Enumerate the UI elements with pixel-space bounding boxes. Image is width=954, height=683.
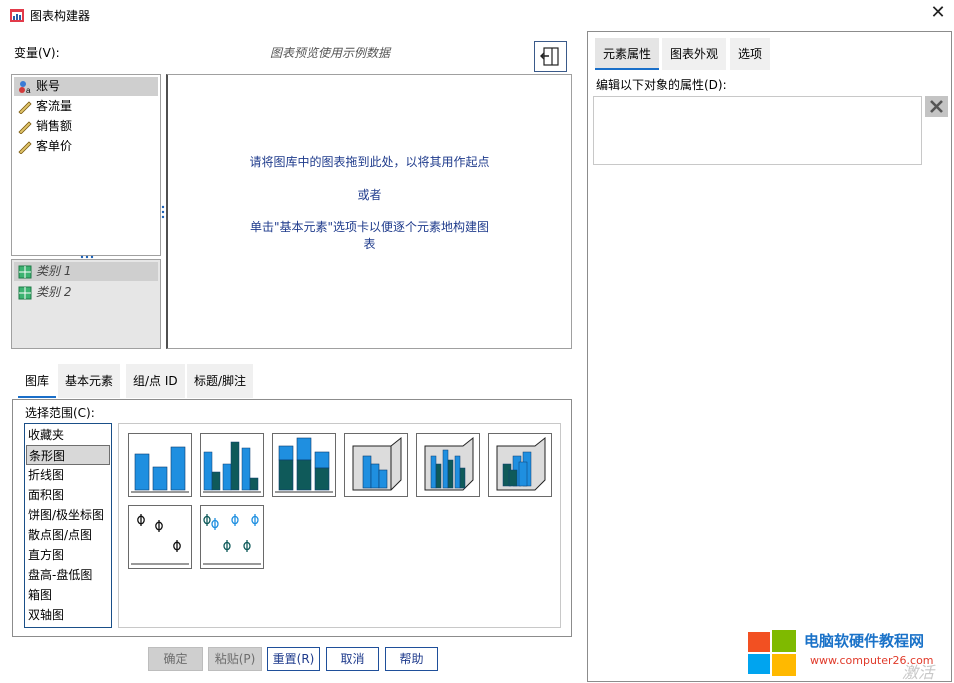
nominal-string-icon: a bbox=[19, 81, 31, 94]
reset-button[interactable]: 重置(R) bbox=[267, 647, 320, 671]
chart-type-scatter-dot[interactable]: 散点图/点图 bbox=[26, 525, 110, 545]
scale-ruler-icon bbox=[18, 101, 32, 114]
watermark-site-name: 电脑软硬件教程网 bbox=[804, 632, 925, 650]
thumb-3d-bar[interactable] bbox=[488, 433, 552, 497]
chart-builder-app-icon bbox=[10, 9, 24, 22]
stacked-bar-chart-icon bbox=[275, 437, 333, 493]
delete-x-icon bbox=[930, 100, 943, 113]
scale-ruler-icon bbox=[18, 141, 32, 154]
tab-chart-appearance[interactable]: 图表外观 bbox=[662, 38, 727, 70]
category-grid-icon bbox=[18, 265, 32, 279]
panel-toggle-icon bbox=[540, 47, 559, 66]
tab-titles-footnotes[interactable]: 标题/脚注 bbox=[187, 364, 254, 398]
thumb-stacked-bar[interactable] bbox=[272, 433, 336, 497]
chart-type-bar[interactable]: 条形图 bbox=[26, 445, 110, 465]
vertical-splitter-handle[interactable] bbox=[161, 205, 165, 219]
tab-element-properties[interactable]: 元素属性 bbox=[595, 38, 660, 70]
list-item[interactable]: a 账号 bbox=[14, 77, 158, 96]
title-bar bbox=[0, 0, 954, 30]
category-label: 类别 1 bbox=[36, 264, 72, 278]
list-item[interactable]: 客流量 bbox=[14, 97, 158, 116]
thumb-simple-error-bar[interactable] bbox=[128, 505, 192, 569]
category-label: 类别 2 bbox=[36, 285, 72, 299]
chart-thumbnails-area bbox=[118, 423, 561, 628]
simple-error-bar-icon bbox=[131, 514, 189, 565]
edit-properties-label: 编辑以下对象的属性(D): bbox=[596, 78, 727, 92]
list-item[interactable]: 客单价 bbox=[14, 137, 158, 156]
preview-note: 图表预览使用示例数据 bbox=[270, 46, 391, 60]
thumb-simple-bar[interactable] bbox=[128, 433, 192, 497]
cancel-button[interactable]: 取消 bbox=[326, 647, 379, 671]
variable-label: 客流量 bbox=[36, 99, 73, 113]
simple-bar-chart-icon bbox=[131, 446, 189, 493]
chart-type-boxplot[interactable]: 箱图 bbox=[26, 585, 110, 605]
chart-type-favorites[interactable]: 收藏夹 bbox=[26, 425, 110, 445]
tab-gallery[interactable]: 图库 bbox=[18, 364, 57, 398]
help-button[interactable]: 帮助 bbox=[385, 647, 438, 671]
canvas-message-line1: 请将图库中的图表拖到此处，以将其用作起点 bbox=[249, 155, 490, 169]
3d-bar-chart-icon bbox=[496, 436, 546, 491]
clustered-bar-chart-icon bbox=[203, 441, 261, 493]
chart-type-dual-axes[interactable]: 双轴图 bbox=[26, 605, 110, 625]
canvas-message-line3-cont: 表 bbox=[363, 237, 376, 251]
chart-type-high-low[interactable]: 盘高-盘低图 bbox=[26, 565, 110, 585]
ok-button[interactable]: 确定 bbox=[148, 647, 203, 671]
choose-from-label: 选择范围(C): bbox=[25, 406, 95, 420]
clustered-error-bar-icon bbox=[203, 514, 261, 565]
tab-groups-point-id[interactable]: 组/点 ID bbox=[126, 364, 185, 398]
properties-list[interactable] bbox=[593, 96, 922, 165]
chart-type-list[interactable]: 收藏夹 条形图 折线图 面积图 饼图/极坐标图 散点图/点图 直方图 盘高-盘低… bbox=[24, 423, 112, 628]
variable-label: 销售额 bbox=[36, 119, 73, 133]
close-icon[interactable]: ✕ bbox=[928, 4, 948, 24]
scale-ruler-icon bbox=[18, 121, 32, 134]
canvas-message-or: 或者 bbox=[357, 188, 382, 202]
categories-list[interactable]: 类别 1 类别 2 bbox=[11, 259, 161, 349]
3d-simple-bar-chart-icon bbox=[352, 436, 402, 491]
collapse-panel-button[interactable] bbox=[534, 41, 567, 72]
thumb-3d-clustered-bar[interactable] bbox=[416, 433, 480, 497]
canvas-message-line3: 单击"基本元素"选项卡以便逐个元素地构建图 bbox=[249, 220, 490, 234]
chart-preview-canvas[interactable]: 请将图库中的图表拖到此处，以将其用作起点 或者 单击"基本元素"选项卡以便逐个元… bbox=[166, 74, 572, 349]
3d-clustered-bar-chart-icon bbox=[424, 436, 474, 491]
variables-list[interactable]: a 账号 客流量 销售额 客单价 bbox=[11, 74, 161, 256]
paste-button[interactable]: 粘贴(P) bbox=[208, 647, 262, 671]
list-item[interactable]: 类别 1 bbox=[14, 262, 158, 281]
thumb-clustered-bar[interactable] bbox=[200, 433, 264, 497]
variable-label: 账号 bbox=[36, 79, 61, 93]
thumb-3d-simple-bar[interactable] bbox=[344, 433, 408, 497]
list-item[interactable]: 销售额 bbox=[14, 117, 158, 136]
chart-type-histogram[interactable]: 直方图 bbox=[26, 545, 110, 565]
activate-windows-text: 激活 bbox=[902, 663, 935, 682]
list-item[interactable]: 类别 2 bbox=[14, 283, 158, 302]
tab-basic-elements[interactable]: 基本元素 bbox=[58, 364, 121, 398]
chart-type-area[interactable]: 面积图 bbox=[26, 485, 110, 505]
category-grid-icon bbox=[18, 286, 32, 300]
chart-type-line[interactable]: 折线图 bbox=[26, 465, 110, 485]
thumb-clustered-error-bar[interactable] bbox=[200, 505, 264, 569]
variable-label: 客单价 bbox=[36, 139, 73, 153]
chart-type-pie-polar[interactable]: 饼图/极坐标图 bbox=[26, 505, 110, 525]
svg-text:a: a bbox=[26, 86, 31, 94]
window-title: 图表构建器 bbox=[30, 9, 91, 23]
delete-element-button[interactable] bbox=[925, 96, 948, 117]
variables-label: 变量(V): bbox=[14, 46, 60, 60]
tab-options[interactable]: 选项 bbox=[730, 38, 771, 70]
